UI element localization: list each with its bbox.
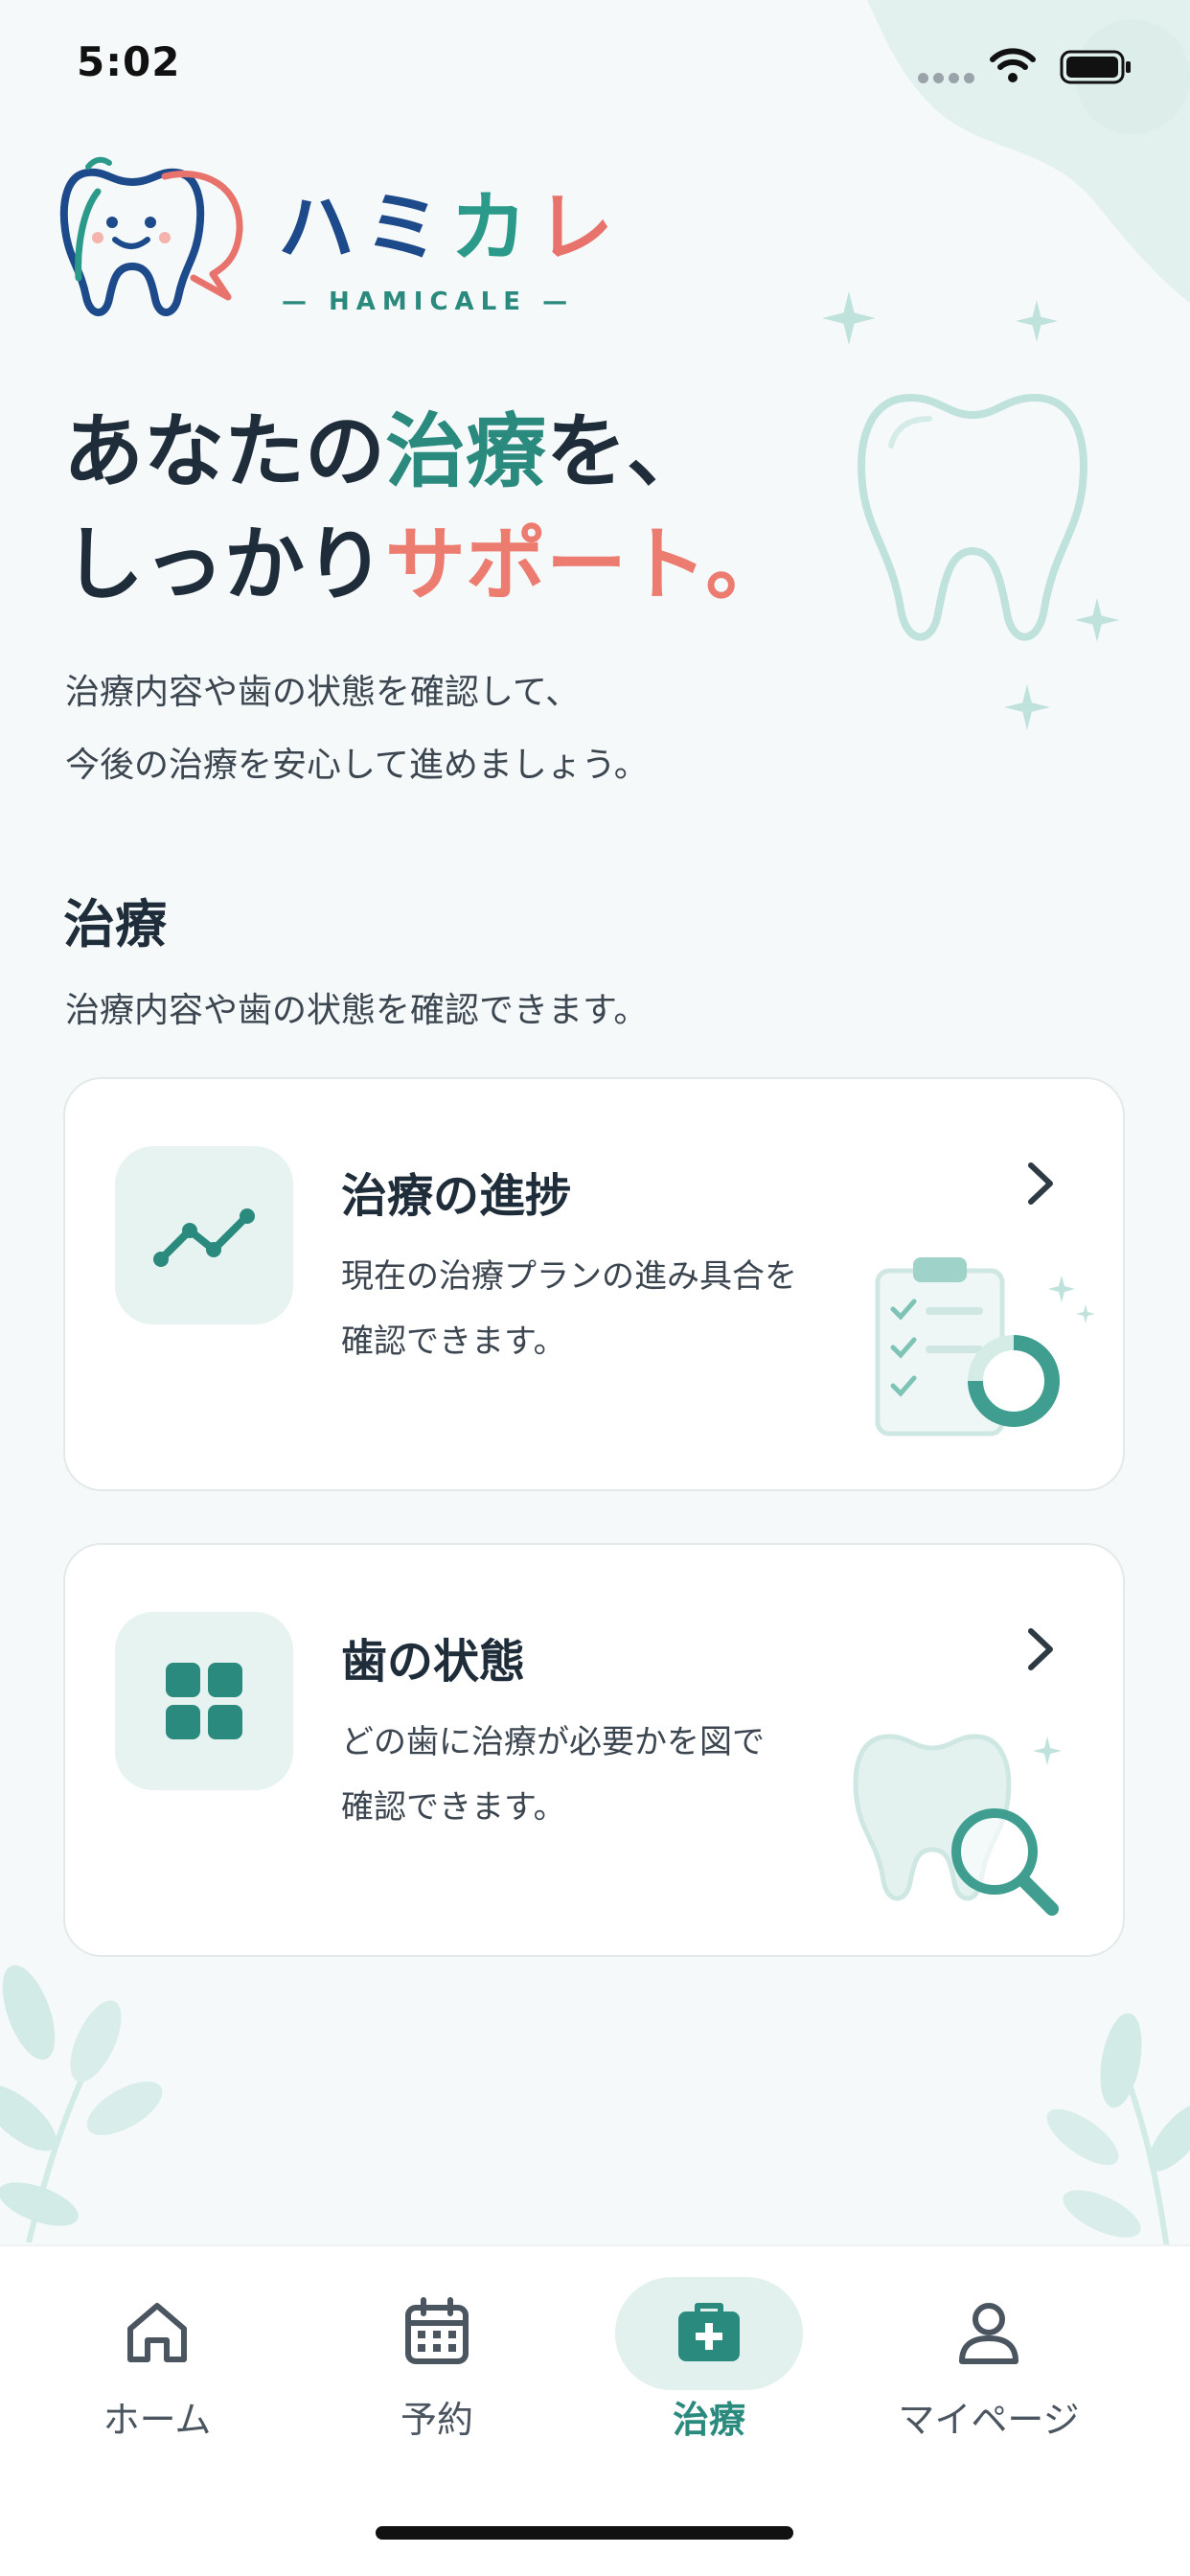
logo-subtitle: — HAMICALE — xyxy=(282,288,575,316)
tab-treatment[interactable]: 治療 xyxy=(584,2246,834,2486)
home-icon xyxy=(127,2303,187,2362)
leaf-decoration xyxy=(1046,2012,1190,2262)
treatment-screen: 5:02 ハミカレ — HAMICALE — あなたの治療を、 しっかりサポート… xyxy=(0,0,1190,2576)
person-icon xyxy=(959,2303,1018,2364)
chevron-right-icon xyxy=(1028,1628,1053,1670)
tab-home[interactable]: ホーム xyxy=(33,2246,282,2486)
wifi-icon xyxy=(990,48,1036,82)
app-logo: ハミカレ — HAMICALE — xyxy=(59,153,634,326)
hero-description: 治療内容や歯の状態を確認して、 今後の治療を安心して進めましょう。 xyxy=(65,673,649,785)
tab-label: 予約 xyxy=(400,2399,473,2441)
card-icon-bg xyxy=(115,1612,293,1790)
sparkle-icon xyxy=(1075,598,1119,642)
grid-icon xyxy=(166,1663,242,1739)
signal-icon xyxy=(918,73,974,83)
section-title: 治療 xyxy=(63,894,167,954)
sparkle-icon xyxy=(822,291,876,345)
card-title: 歯の状態 xyxy=(341,1635,526,1689)
medical-kit-icon xyxy=(678,2303,740,2361)
section-description: 治療内容や歯の状態を確認できます。 xyxy=(65,991,649,1030)
treatment-progress-card[interactable]: 治療の進捗 現在の治療プランの進み具合を 確認できます。 xyxy=(63,1077,1125,1491)
calendar-icon xyxy=(405,2297,469,2364)
status-time: 5:02 xyxy=(77,38,181,85)
home-indicator xyxy=(376,2526,793,2540)
trend-line-icon xyxy=(153,1208,255,1267)
chevron-right-icon xyxy=(1028,1162,1053,1205)
sparkle-icon xyxy=(1016,300,1058,342)
sparkle-icon xyxy=(1004,684,1050,730)
tab-label: ホーム xyxy=(103,2399,212,2441)
card-description: どの歯に治療が必要かを図で 確認できます。 xyxy=(341,1723,765,1827)
logo-name: ハミカレ xyxy=(278,183,623,272)
tooth-condition-card[interactable]: 歯の状態 どの歯に治療が必要かを図で 確認できます。 xyxy=(63,1543,1125,1957)
hero-title: あなたの治療を、 しっかりサポート。 xyxy=(63,404,787,611)
tooth-outline-icon xyxy=(858,393,1087,641)
tab-mypage[interactable]: マイページ xyxy=(864,2246,1113,2486)
tab-label: 治療 xyxy=(672,2399,745,2441)
card-icon-bg xyxy=(115,1146,293,1324)
tooth-magnifier-icon xyxy=(853,1734,1062,1916)
card-description: 現在の治療プランの進み具合を 確認できます。 xyxy=(341,1257,797,1361)
tab-reservation[interactable]: 予約 xyxy=(312,2246,561,2486)
tab-label: マイページ xyxy=(898,2399,1080,2441)
leaf-decoration xyxy=(0,1965,163,2242)
card-title: 治療の進捗 xyxy=(341,1169,572,1223)
tooth-logo-icon xyxy=(59,156,243,316)
battery-icon xyxy=(1060,50,1131,84)
clipboard-chart-icon xyxy=(875,1257,1095,1437)
status-bar: 5:02 xyxy=(0,0,1190,134)
